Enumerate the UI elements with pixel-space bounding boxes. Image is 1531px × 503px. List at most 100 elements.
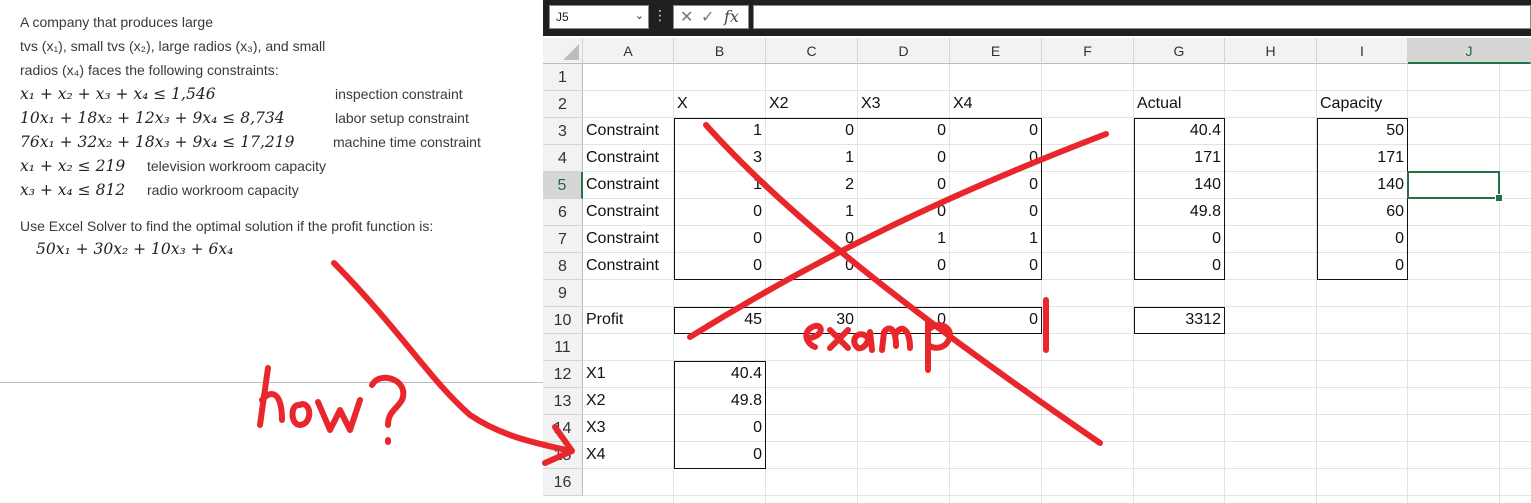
spreadsheet-grid[interactable]: A B C D E F G H I J 1 2 3 4 5 6 7 8 9 10 11 12 13 14 15 16 X X2 X3 X4… bbox=[543, 36, 1531, 503]
cell-a5[interactable]: Constraint bbox=[583, 172, 674, 198]
cell-i4[interactable]: 171 bbox=[1317, 145, 1408, 171]
column-header-h[interactable]: H bbox=[1225, 38, 1317, 64]
cell-b15[interactable]: 0 bbox=[674, 442, 766, 468]
constraint-3-expr: 76x₁ + 32x₂ + 18x₃ + 9x₄ ≤ 17,219 bbox=[20, 133, 295, 151]
row-header-10[interactable]: 10 bbox=[543, 307, 583, 334]
enter-icon[interactable]: ✓ bbox=[701, 7, 714, 26]
row-header-6[interactable]: 6 bbox=[543, 199, 583, 226]
column-header-f[interactable]: F bbox=[1042, 38, 1134, 64]
cell-d10[interactable]: 0 bbox=[858, 307, 950, 333]
cell-a7[interactable]: Constraint bbox=[583, 226, 674, 252]
cell-i2[interactable]: Capacity bbox=[1317, 91, 1408, 117]
cell-b8[interactable]: 0 bbox=[674, 253, 766, 279]
cell-e4[interactable]: 0 bbox=[950, 145, 1042, 171]
cell-c7[interactable]: 0 bbox=[766, 226, 858, 252]
cell-c6[interactable]: 1 bbox=[766, 199, 858, 225]
cell-g8[interactable]: 0 bbox=[1134, 253, 1225, 279]
column-header-a[interactable]: A bbox=[583, 38, 674, 64]
cell-g2[interactable]: Actual bbox=[1134, 91, 1225, 117]
row-header-4[interactable]: 4 bbox=[543, 145, 583, 172]
cell-d8[interactable]: 0 bbox=[858, 253, 950, 279]
cell-c10[interactable]: 30 bbox=[766, 307, 858, 333]
row-header-13[interactable]: 13 bbox=[543, 388, 583, 415]
cell-e5[interactable]: 0 bbox=[950, 172, 1042, 198]
row-header-2[interactable]: 2 bbox=[543, 91, 583, 118]
cell-i5[interactable]: 140 bbox=[1317, 172, 1408, 198]
column-header-d[interactable]: D bbox=[858, 38, 950, 64]
cell-i6[interactable]: 60 bbox=[1317, 199, 1408, 225]
row-header-14[interactable]: 14 bbox=[543, 415, 583, 442]
cell-d3[interactable]: 0 bbox=[858, 118, 950, 144]
row-header-7[interactable]: 7 bbox=[543, 226, 583, 253]
cell-b10[interactable]: 45 bbox=[674, 307, 766, 333]
cell-g10[interactable]: 3312 bbox=[1134, 307, 1225, 333]
row-header-1[interactable]: 1 bbox=[543, 64, 583, 91]
cell-d2[interactable]: X3 bbox=[858, 91, 950, 117]
cell-a3[interactable]: Constraint bbox=[583, 118, 674, 144]
column-header-i[interactable]: I bbox=[1317, 38, 1408, 64]
cell-c3[interactable]: 0 bbox=[766, 118, 858, 144]
cell-a4[interactable]: Constraint bbox=[583, 145, 674, 171]
cell-c4[interactable]: 1 bbox=[766, 145, 858, 171]
cell-g7[interactable]: 0 bbox=[1134, 226, 1225, 252]
more-options-icon[interactable]: ⋮ bbox=[653, 8, 667, 24]
cell-e7[interactable]: 1 bbox=[950, 226, 1042, 252]
cell-i8[interactable]: 0 bbox=[1317, 253, 1408, 279]
column-header-e[interactable]: E bbox=[950, 38, 1042, 64]
fill-handle[interactable] bbox=[1495, 194, 1503, 202]
cell-i7[interactable]: 0 bbox=[1317, 226, 1408, 252]
cell-b5[interactable]: 1 bbox=[674, 172, 766, 198]
column-header-g[interactable]: G bbox=[1134, 38, 1225, 64]
cell-g6[interactable]: 49.8 bbox=[1134, 199, 1225, 225]
cell-d5[interactable]: 0 bbox=[858, 172, 950, 198]
cell-b14[interactable]: 0 bbox=[674, 415, 766, 441]
row-header-3[interactable]: 3 bbox=[543, 118, 583, 145]
cell-d6[interactable]: 0 bbox=[858, 199, 950, 225]
cell-e8[interactable]: 0 bbox=[950, 253, 1042, 279]
column-header-b[interactable]: B bbox=[674, 38, 766, 64]
column-header-j[interactable]: J bbox=[1408, 38, 1531, 64]
cell-d7[interactable]: 1 bbox=[858, 226, 950, 252]
cell-a12[interactable]: X1 bbox=[583, 361, 674, 387]
cell-a13[interactable]: X2 bbox=[583, 388, 674, 414]
cell-b12[interactable]: 40.4 bbox=[674, 361, 766, 387]
cell-c2[interactable]: X2 bbox=[766, 91, 858, 117]
cell-e3[interactable]: 0 bbox=[950, 118, 1042, 144]
cell-e10[interactable]: 0 bbox=[950, 307, 1042, 333]
cell-b4[interactable]: 3 bbox=[674, 145, 766, 171]
name-box[interactable]: J5 ⌄ bbox=[549, 5, 649, 29]
cell-b7[interactable]: 0 bbox=[674, 226, 766, 252]
row-header-12[interactable]: 12 bbox=[543, 361, 583, 388]
cell-g5[interactable]: 140 bbox=[1134, 172, 1225, 198]
cell-c5[interactable]: 2 bbox=[766, 172, 858, 198]
cell-b2[interactable]: X bbox=[674, 91, 766, 117]
cell-b13[interactable]: 49.8 bbox=[674, 388, 766, 414]
cell-e2[interactable]: X4 bbox=[950, 91, 1042, 117]
cell-d4[interactable]: 0 bbox=[858, 145, 950, 171]
cell-a15[interactable]: X4 bbox=[583, 442, 674, 468]
cell-a6[interactable]: Constraint bbox=[583, 199, 674, 225]
cell-a10[interactable]: Profit bbox=[583, 307, 674, 333]
row-header-5[interactable]: 5 bbox=[543, 172, 583, 199]
column-header-c[interactable]: C bbox=[766, 38, 858, 64]
selected-cell[interactable] bbox=[1407, 171, 1500, 199]
row-header-9[interactable]: 9 bbox=[543, 280, 583, 307]
formula-input[interactable] bbox=[753, 5, 1531, 29]
row-header-11[interactable]: 11 bbox=[543, 334, 583, 361]
cell-i3[interactable]: 50 bbox=[1317, 118, 1408, 144]
cell-b3[interactable]: 1 bbox=[674, 118, 766, 144]
cell-a8[interactable]: Constraint bbox=[583, 253, 674, 279]
cell-g3[interactable]: 40.4 bbox=[1134, 118, 1225, 144]
cell-a14[interactable]: X3 bbox=[583, 415, 674, 441]
cell-c8[interactable]: 0 bbox=[766, 253, 858, 279]
row-header-15[interactable]: 15 bbox=[543, 442, 583, 469]
chevron-down-icon[interactable]: ⌄ bbox=[635, 9, 644, 22]
cell-e6[interactable]: 0 bbox=[950, 199, 1042, 225]
cancel-icon[interactable]: ✕ bbox=[680, 7, 693, 26]
cell-g4[interactable]: 171 bbox=[1134, 145, 1225, 171]
row-header-8[interactable]: 8 bbox=[543, 253, 583, 280]
fx-icon[interactable]: fx bbox=[724, 7, 739, 26]
select-all-corner[interactable] bbox=[543, 38, 583, 64]
cell-b6[interactable]: 0 bbox=[674, 199, 766, 225]
row-header-16[interactable]: 16 bbox=[543, 469, 583, 496]
